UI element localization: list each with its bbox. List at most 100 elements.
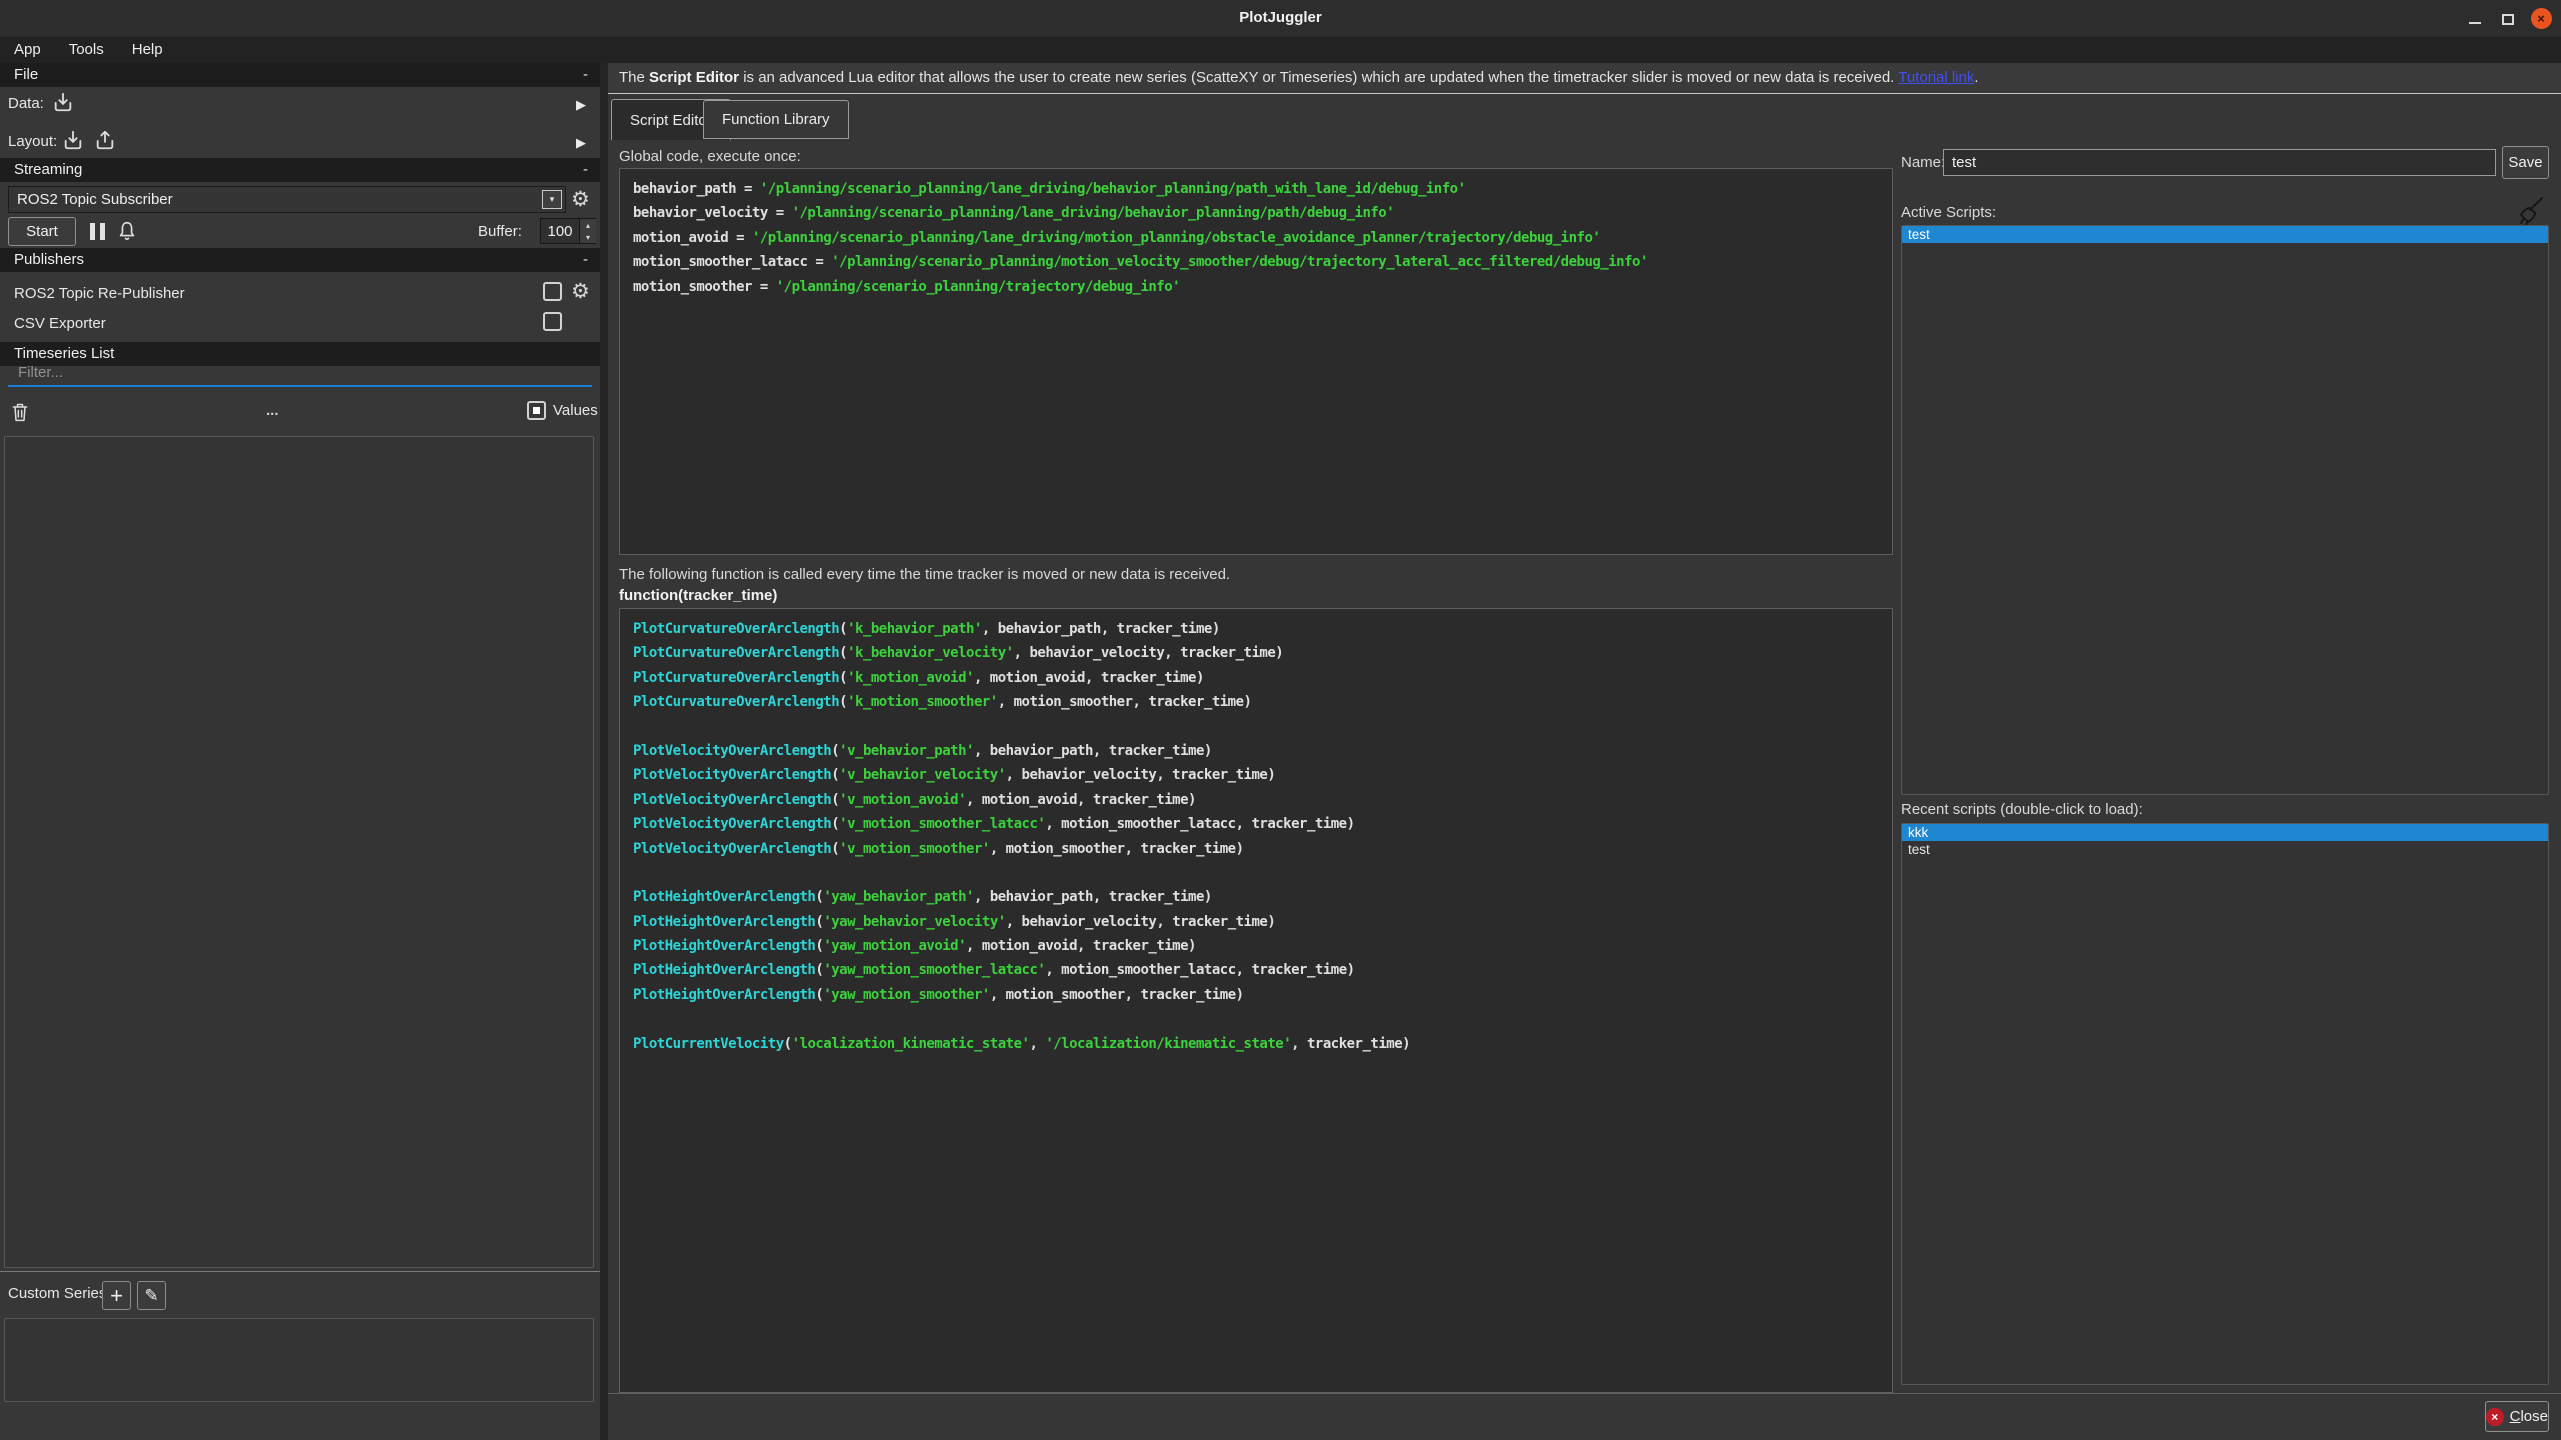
- banner-text: The: [619, 69, 649, 86]
- streaming-source-value: ROS2 Topic Subscriber: [17, 191, 173, 208]
- tab-function-library[interactable]: Function Library: [703, 100, 849, 139]
- streaming-gear-icon[interactable]: ⚙: [571, 189, 590, 210]
- close-button[interactable]: × Close: [2485, 1401, 2549, 1432]
- load-data-icon[interactable]: [52, 91, 74, 113]
- maximize-icon: [2502, 14, 2514, 25]
- layout-menu-arrow-icon[interactable]: ▶: [576, 135, 586, 151]
- close-icon: ×: [2531, 8, 2552, 29]
- section-header-file[interactable]: File -: [0, 63, 600, 87]
- code-line: PlotVelocityOverArclength('v_motion_smoo…: [633, 837, 1879, 861]
- data-menu-arrow-icon[interactable]: ▶: [576, 97, 586, 113]
- recent-scripts-label: Recent scripts (double-click to load):: [1901, 801, 2143, 818]
- section-header-streaming[interactable]: Streaming -: [0, 158, 600, 182]
- minimize-button[interactable]: [2464, 9, 2486, 29]
- list-item[interactable]: test: [1902, 226, 2548, 243]
- notification-bell-icon[interactable]: [116, 219, 138, 243]
- publisher-csv-label: CSV Exporter: [14, 315, 106, 332]
- spin-down-icon[interactable]: ▾: [579, 231, 596, 243]
- publishers-section-label: Publishers: [14, 251, 84, 268]
- save-button-label: Save: [2508, 154, 2542, 171]
- global-code-editor[interactable]: behavior_path = '/planning/scenario_plan…: [619, 168, 1893, 555]
- code-line: PlotCurrentVelocity('localization_kinema…: [633, 1032, 1879, 1056]
- code-line: behavior_path = '/planning/scenario_plan…: [633, 177, 1879, 201]
- menu-help[interactable]: Help: [118, 37, 177, 63]
- save-button[interactable]: Save: [2502, 146, 2549, 179]
- start-button-label: Start: [26, 223, 58, 240]
- save-layout-icon[interactable]: [94, 129, 116, 151]
- code-line: PlotCurvatureOverArclength('k_behavior_p…: [633, 617, 1879, 641]
- banner-text: is an advanced Lua editor that allows th…: [739, 69, 1898, 86]
- code-line: PlotHeightOverArclength('yaw_motion_avoi…: [633, 934, 1879, 958]
- trash-icon[interactable]: [10, 400, 30, 424]
- active-scripts-list[interactable]: test: [1901, 225, 2549, 795]
- buffer-value-input[interactable]: [541, 219, 579, 243]
- file-section-label: File: [14, 66, 38, 83]
- code-line: PlotCurvatureOverArclength('k_motion_avo…: [633, 666, 1879, 690]
- code-line: PlotCurvatureOverArclength('k_motion_smo…: [633, 690, 1879, 714]
- ellipsis-button[interactable]: ...: [266, 402, 279, 419]
- window-close-button[interactable]: ×: [2530, 8, 2552, 28]
- list-item[interactable]: kkk: [1902, 824, 2548, 841]
- banner-text: .: [1974, 69, 1978, 86]
- layout-label: Layout:: [8, 133, 57, 150]
- edit-custom-series-button[interactable]: ✎: [137, 1281, 166, 1310]
- code-line: PlotHeightOverArclength('yaw_behavior_pa…: [633, 885, 1879, 909]
- code-line: motion_smoother_latacc = '/planning/scen…: [633, 250, 1879, 274]
- spin-up-icon[interactable]: ▴: [579, 219, 596, 231]
- menu-tools[interactable]: Tools: [55, 37, 118, 63]
- function-code-editor[interactable]: PlotCurvatureOverArclength('k_behavior_p…: [619, 608, 1893, 1393]
- collapse-icon: -: [583, 63, 588, 87]
- code-line: [633, 1007, 1879, 1031]
- plotjuggler-window: PlotJuggler × App Tools Help File - Data…: [0, 0, 2561, 1440]
- data-label: Data:: [8, 95, 44, 112]
- divider: [608, 1393, 2561, 1394]
- custom-series-label: Custom Series:: [8, 1285, 111, 1302]
- divider: [0, 1271, 600, 1272]
- menu-app[interactable]: App: [0, 37, 55, 63]
- banner: The Script Editor is an advanced Lua edi…: [608, 63, 2561, 94]
- banner-bold: Script Editor: [649, 69, 739, 86]
- sidebar: File - Data: ▶ Layout: ▶ Streaming -: [0, 63, 600, 1440]
- script-editor-dialog: The Script Editor is an advanced Lua edi…: [608, 63, 2561, 1440]
- section-header-publishers[interactable]: Publishers -: [0, 248, 600, 272]
- load-layout-icon[interactable]: [62, 129, 84, 151]
- recent-scripts-list[interactable]: kkktest: [1901, 823, 2549, 1385]
- values-checkbox[interactable]: [527, 401, 546, 420]
- buffer-spinbox[interactable]: ▴ ▾: [540, 218, 596, 244]
- window-title: PlotJuggler: [0, 9, 2561, 26]
- custom-series-list[interactable]: [4, 1318, 594, 1402]
- timeseries-list[interactable]: [4, 436, 594, 1268]
- code-line: PlotHeightOverArclength('yaw_motion_smoo…: [633, 958, 1879, 982]
- code-line: PlotVelocityOverArclength('v_behavior_pa…: [633, 739, 1879, 763]
- publisher-republisher-checkbox[interactable]: [543, 282, 562, 301]
- plus-icon: +: [110, 1283, 123, 1309]
- code-line: PlotVelocityOverArclength('v_motion_avoi…: [633, 788, 1879, 812]
- menu-bar: App Tools Help: [0, 37, 2561, 63]
- code-line: PlotVelocityOverArclength('v_motion_smoo…: [633, 812, 1879, 836]
- function-signature-label: function(tracker_time): [619, 587, 777, 604]
- publisher-republisher-gear-icon[interactable]: ⚙: [571, 281, 590, 302]
- code-line: PlotHeightOverArclength('yaw_motion_smoo…: [633, 983, 1879, 1007]
- streaming-source-combo[interactable]: ROS2 Topic Subscriber ▾: [8, 186, 566, 213]
- publisher-csv-checkbox[interactable]: [543, 312, 562, 331]
- clear-scripts-broom-icon[interactable]: [2513, 195, 2545, 229]
- title-bar: PlotJuggler ×: [0, 0, 2561, 37]
- start-button[interactable]: Start: [8, 217, 76, 246]
- streaming-section-label: Streaming: [14, 161, 82, 178]
- add-custom-series-button[interactable]: +: [102, 1281, 131, 1310]
- tutorial-link[interactable]: Tutorial link: [1898, 69, 1974, 86]
- code-line: PlotVelocityOverArclength('v_behavior_ve…: [633, 763, 1879, 787]
- close-x-icon: ×: [2486, 1408, 2504, 1426]
- checkbox-fill: [533, 407, 540, 414]
- timeseries-filter-input[interactable]: [8, 359, 592, 387]
- script-name-input[interactable]: [1943, 149, 2496, 176]
- code-line: [633, 861, 1879, 885]
- list-item[interactable]: test: [1902, 841, 2548, 858]
- collapse-icon: -: [583, 158, 588, 182]
- code-line: PlotCurvatureOverArclength('k_behavior_v…: [633, 641, 1879, 665]
- chevron-down-icon[interactable]: ▾: [542, 190, 562, 209]
- maximize-button[interactable]: [2497, 9, 2519, 29]
- code-line: [633, 715, 1879, 739]
- publisher-republisher-label: ROS2 Topic Re-Publisher: [14, 285, 185, 302]
- pause-icon[interactable]: [90, 223, 105, 240]
